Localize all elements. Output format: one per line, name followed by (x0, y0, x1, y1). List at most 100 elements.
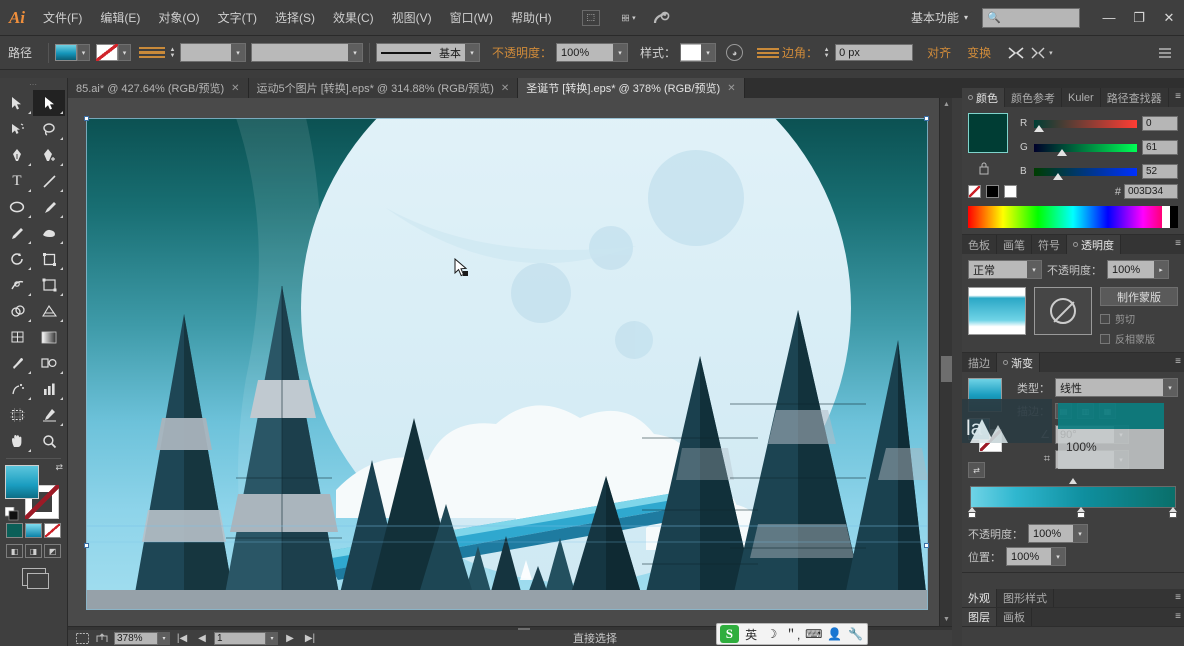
tab-swatches[interactable]: 色板 (962, 235, 997, 254)
vertical-scroll-thumb[interactable] (941, 356, 952, 382)
tab-stroke[interactable]: 描边 (962, 353, 997, 372)
artboard-number-field[interactable]: 1 (214, 631, 266, 645)
hand-tool[interactable] (1, 428, 33, 454)
gradient-ratio-field[interactable]: ▾ (1055, 450, 1129, 469)
magic-wand-tool[interactable] (1, 116, 33, 142)
tab-kuler[interactable]: Kuler (1062, 88, 1101, 107)
artboard-last-button[interactable]: ▶| (302, 632, 318, 645)
bridge-icon[interactable] (648, 5, 674, 31)
draw-inside-button[interactable]: ◩ (44, 544, 61, 558)
menu-item-view[interactable]: 视图(V) (383, 0, 441, 36)
none-mode-button[interactable] (44, 523, 61, 538)
slice-tool[interactable] (33, 402, 65, 428)
perspective-grid-tool[interactable] (33, 298, 65, 324)
draw-behind-button[interactable]: ◨ (25, 544, 42, 558)
invert-mask-row[interactable]: 反相蒙版 (1100, 331, 1178, 346)
channel-b-slider[interactable] (1034, 167, 1137, 180)
symbol-sprayer-tool[interactable] (1, 376, 33, 402)
mask-thumbnail[interactable] (1034, 287, 1092, 335)
artwork-thumbnail[interactable] (968, 287, 1026, 335)
status-text[interactable]: 直接选择 (573, 630, 617, 646)
select-similar-objects-icon[interactable] (1027, 44, 1049, 62)
ime-mode-button[interactable]: 英 (743, 625, 760, 643)
sogou-logo-icon[interactable]: S (720, 625, 739, 643)
zoom-level-dropdown-icon[interactable]: ▾ (158, 631, 170, 645)
direct-selection-tool[interactable] (33, 90, 65, 116)
close-button[interactable]: ✕ (1154, 6, 1184, 30)
tab-graphic-styles[interactable]: 图形样式 (997, 589, 1054, 607)
transform-label[interactable]: 变换 (967, 44, 991, 61)
workspace-switcher[interactable]: 基本功能 ▾ (903, 7, 976, 29)
tab-artboards[interactable]: 画板 (997, 608, 1032, 626)
document-tab-1-close-icon[interactable]: ✕ (231, 83, 239, 94)
pen-tool[interactable] (1, 142, 33, 168)
gradient-fill-box[interactable] (968, 418, 990, 440)
wrench-icon[interactable]: 🔧 (847, 625, 864, 643)
control-panel-menu-icon[interactable] (1154, 44, 1176, 62)
blend-mode-dropdown-icon[interactable]: ▾ (1027, 261, 1041, 278)
swap-fill-stroke-icon[interactable]: ⇄ (55, 462, 63, 473)
minimize-button[interactable]: — (1094, 6, 1124, 30)
channel-r-slider[interactable] (1034, 119, 1137, 132)
fit-artboard-icon[interactable] (74, 632, 90, 645)
channel-g-value[interactable]: 61 (1142, 140, 1178, 155)
menu-item-edit[interactable]: 编辑(E) (91, 0, 149, 36)
fill-swatch[interactable] (55, 44, 78, 61)
opacity-dropdown-icon[interactable]: ▾ (613, 44, 628, 61)
tools-panel-grip[interactable]: ⋯ (0, 78, 67, 90)
blob-brush-tool[interactable] (33, 220, 65, 246)
gradient-angle-dropdown-icon[interactable]: ▾ (1114, 426, 1128, 443)
menu-item-type[interactable]: 文字(T) (209, 0, 266, 36)
restore-button[interactable]: ❐ (1124, 6, 1154, 30)
make-mask-button[interactable]: 制作蒙版 (1100, 287, 1178, 306)
user-icon[interactable]: 👤 (826, 625, 843, 643)
tab-appearance[interactable]: 外观 (962, 589, 997, 607)
gradient-type-select[interactable]: 线性 ▾ (1055, 378, 1178, 397)
channel-g-slider[interactable] (1034, 143, 1137, 156)
gradient-slider[interactable] (968, 478, 1177, 518)
stroke-within-gradient-button[interactable]: ▤ (1055, 403, 1072, 419)
sogou-ime-toolbar[interactable]: S 英 ☽ ＂, ⌨ 👤 🔧 (716, 623, 868, 645)
isolate-selected-object-icon[interactable] (1005, 44, 1027, 62)
eyedropper-tool[interactable] (1, 350, 33, 376)
stroke-weight-field[interactable]: ▾ (180, 43, 247, 62)
search-input[interactable]: 🔍 (982, 7, 1080, 28)
recolor-artwork-icon[interactable]: ◕ (726, 44, 744, 61)
scale-tool[interactable] (33, 246, 65, 272)
clip-checkbox[interactable] (1100, 313, 1110, 324)
free-transform-tool[interactable] (33, 272, 65, 298)
change-screen-mode-button[interactable] (0, 568, 67, 589)
document-tab-3[interactable]: 圣诞节 [转换].eps* @ 378% (RGB/预览) ✕ (518, 78, 745, 98)
document-tab-2[interactable]: 运动5个图片 [转换].eps* @ 314.88% (RGB/预览) ✕ (248, 78, 519, 98)
white-swatch[interactable] (1004, 185, 1017, 198)
rotate-tool[interactable] (1, 246, 33, 272)
ellipse-tool[interactable] (1, 194, 33, 220)
gradient-tool[interactable] (33, 324, 65, 350)
type-tool[interactable]: T (1, 168, 33, 194)
reverse-gradient-icon[interactable]: ⇄ (968, 462, 985, 478)
gradient-fill-stroke-toggle[interactable] (968, 418, 1004, 452)
corner-stepper[interactable]: ▲ ▼ (821, 44, 832, 61)
gradient-mode-button[interactable] (25, 523, 42, 538)
tab-pathfinder[interactable]: 路径查找器 (1101, 88, 1169, 107)
document-canvas[interactable] (68, 98, 952, 626)
artboard-next-button[interactable]: ▶ (282, 632, 298, 645)
corner-field[interactable]: 0 px (835, 44, 914, 61)
draw-normal-button[interactable]: ◧ (6, 544, 23, 558)
tab-transparency[interactable]: 透明度 (1067, 235, 1121, 254)
stroke-along-gradient-button[interactable]: ▥ (1077, 403, 1094, 419)
channel-b-value[interactable]: 52 (1142, 164, 1178, 179)
menu-item-help[interactable]: 帮助(H) (502, 0, 561, 36)
color-panel-menu-icon[interactable]: ≡ (1175, 91, 1181, 102)
anchor-point-top-right[interactable] (924, 116, 929, 121)
menu-item-file[interactable]: 文件(F) (34, 0, 91, 36)
blend-tool[interactable] (33, 350, 65, 376)
invert-mask-checkbox[interactable] (1100, 333, 1110, 344)
tab-symbols[interactable]: 符号 (1032, 235, 1067, 254)
clip-row[interactable]: 剪切 (1100, 311, 1178, 326)
active-fill-swatch[interactable] (968, 113, 1008, 153)
hex-value-field[interactable]: 003D34 (1124, 184, 1178, 199)
moon-icon[interactable]: ☽ (763, 625, 780, 643)
gradient-midpoint-diamond[interactable] (1068, 478, 1077, 484)
artboard-prev-button[interactable]: ◀ (194, 632, 210, 645)
